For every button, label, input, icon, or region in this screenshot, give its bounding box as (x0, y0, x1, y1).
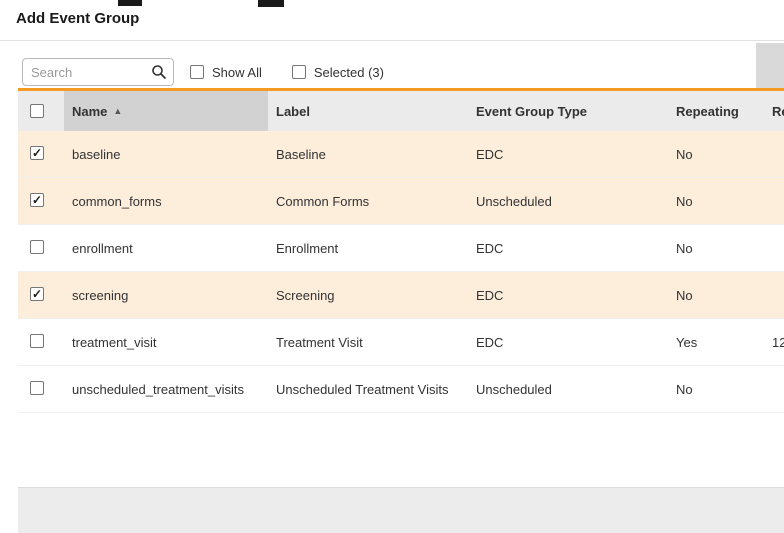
row-checkbox[interactable] (30, 334, 44, 348)
cell-repeating: No (668, 194, 764, 209)
modal-footer (18, 487, 784, 533)
cell-label: Unscheduled Treatment Visits (268, 382, 468, 397)
cell-repeating: Yes (668, 335, 764, 350)
sort-asc-icon: ▲ (113, 106, 122, 116)
cell-name: enrollment (64, 241, 268, 256)
cell-type: Unscheduled (468, 194, 668, 209)
toolbar: Show All Selected (3) (22, 57, 414, 87)
cell-repeating: No (668, 288, 764, 303)
cell-repeating: No (668, 382, 764, 397)
cell-label: Baseline (268, 147, 468, 162)
selected-label: Selected (3) (314, 65, 384, 80)
row-checkbox[interactable] (30, 193, 44, 207)
cell-type: EDC (468, 335, 668, 350)
cell-repeating: No (668, 147, 764, 162)
title-divider (0, 40, 784, 41)
cell-name: unscheduled_treatment_visits (64, 382, 268, 397)
cell-label: Enrollment (268, 241, 468, 256)
row-checkbox[interactable] (30, 146, 44, 160)
select-all-checkbox[interactable] (30, 104, 44, 118)
table-row[interactable]: unscheduled_treatment_visits Unscheduled… (18, 366, 784, 413)
background-window-edge (258, 0, 284, 7)
show-all-toggle[interactable]: Show All (190, 65, 262, 80)
column-header-repeating[interactable]: Repeating (668, 91, 764, 131)
cell-name: common_forms (64, 194, 268, 209)
modal-title: Add Event Group (16, 10, 139, 27)
column-header-event-group-type[interactable]: Event Group Type (468, 91, 668, 131)
cell-type: EDC (468, 241, 668, 256)
table-row[interactable]: treatment_visit Treatment Visit EDC Yes … (18, 319, 784, 366)
cell-type: EDC (468, 288, 668, 303)
cell-name: treatment_visit (64, 335, 268, 350)
row-checkbox[interactable] (30, 381, 44, 395)
cell-extra: 12 (764, 335, 784, 350)
table-row[interactable]: common_forms Common Forms Unscheduled No (18, 178, 784, 225)
table-row[interactable]: baseline Baseline EDC No (18, 131, 784, 178)
cell-name: screening (64, 288, 268, 303)
cell-name: baseline (64, 147, 268, 162)
cell-label: Screening (268, 288, 468, 303)
search-box (22, 58, 174, 86)
show-all-label: Show All (212, 65, 262, 80)
table-row[interactable]: screening Screening EDC No (18, 272, 784, 319)
selected-toggle[interactable]: Selected (3) (292, 65, 384, 80)
table-header-row: Name ▲ Label Event Group Type Repeating … (18, 91, 784, 131)
show-all-checkbox[interactable] (190, 65, 204, 79)
row-checkbox[interactable] (30, 287, 44, 301)
cell-type: EDC (468, 147, 668, 162)
search-icon[interactable] (151, 64, 167, 80)
background-window-edge (118, 0, 142, 6)
cell-label: Common Forms (268, 194, 468, 209)
selected-checkbox[interactable] (292, 65, 306, 79)
background-panel (756, 43, 784, 88)
cell-repeating: No (668, 241, 764, 256)
column-header-clipped[interactable]: Re (764, 91, 784, 131)
column-header-name[interactable]: Name ▲ (64, 91, 268, 131)
event-group-table: Name ▲ Label Event Group Type Repeating … (18, 88, 784, 413)
table-row[interactable]: enrollment Enrollment EDC No (18, 225, 784, 272)
column-header-label[interactable]: Label (268, 91, 468, 131)
cell-type: Unscheduled (468, 382, 668, 397)
row-checkbox[interactable] (30, 240, 44, 254)
cell-label: Treatment Visit (268, 335, 468, 350)
